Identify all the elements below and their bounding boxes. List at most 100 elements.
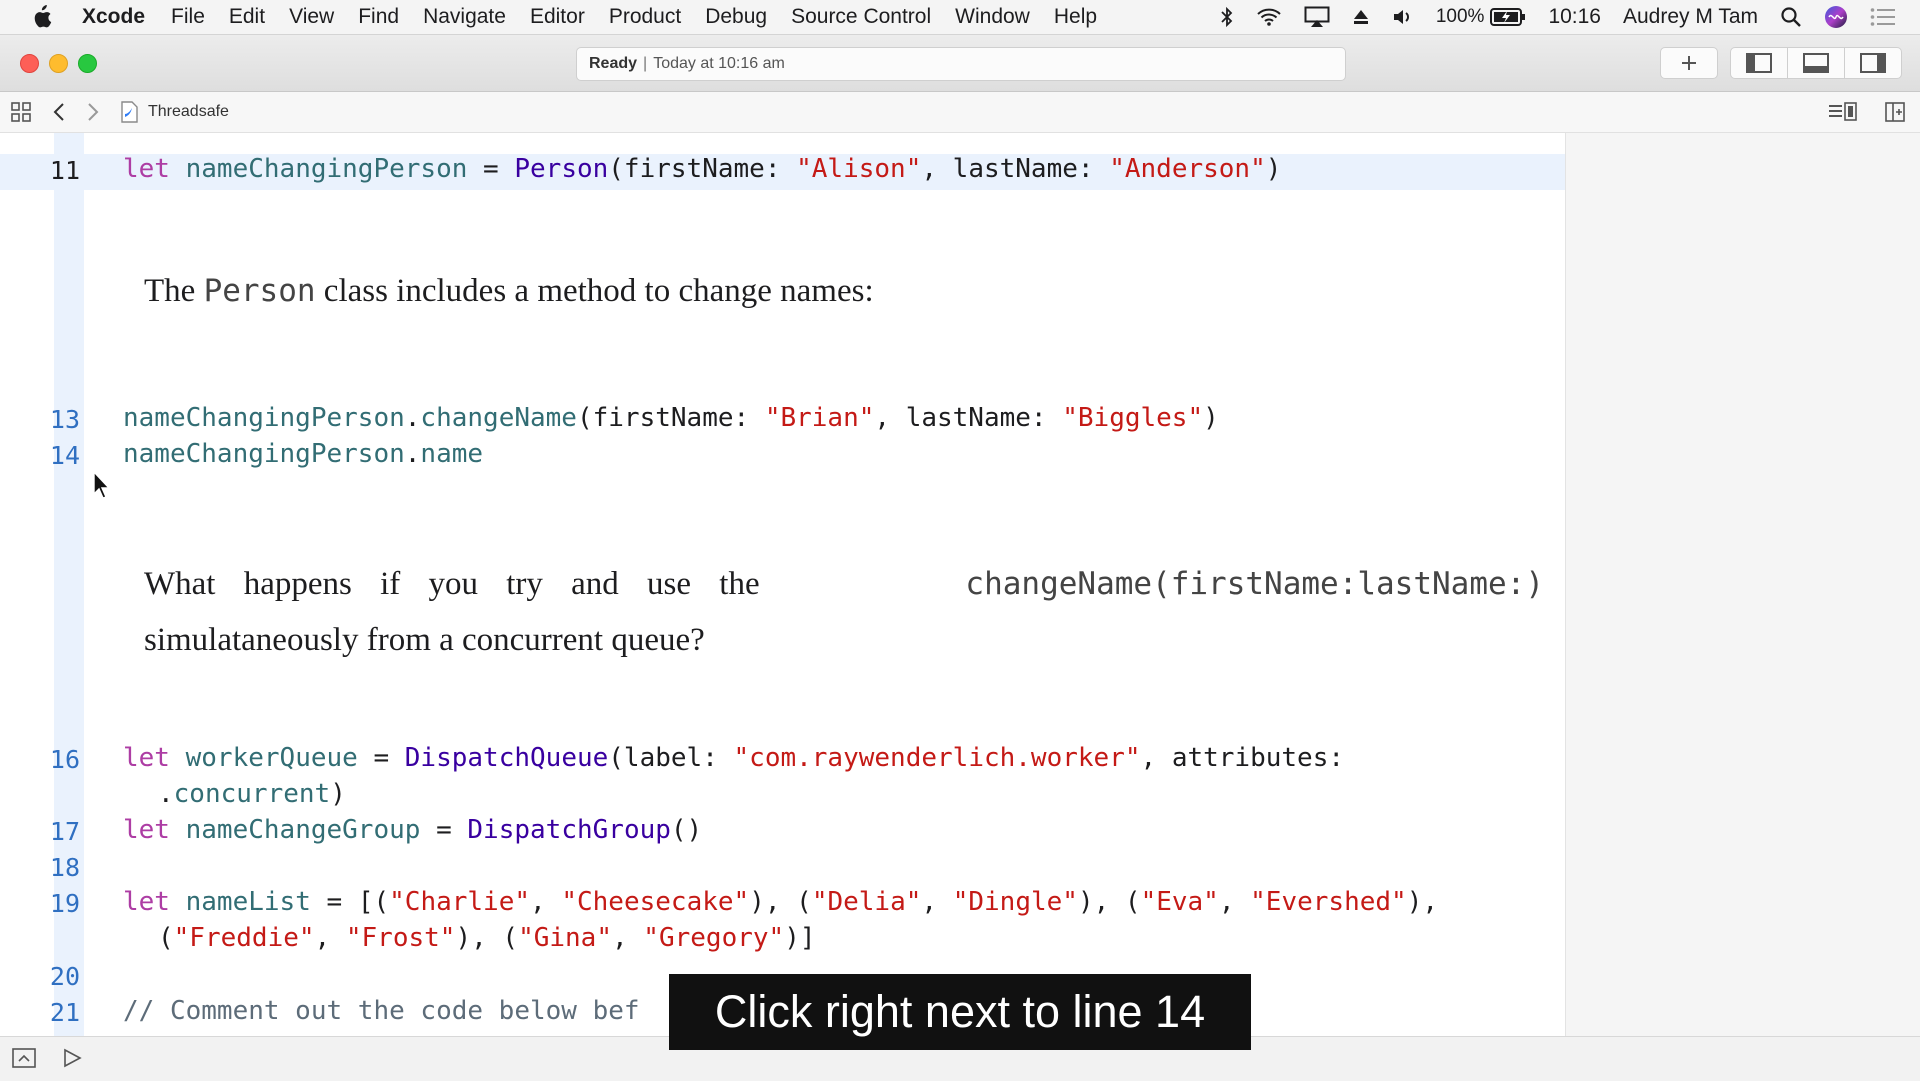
menu-window[interactable]: Window <box>955 5 1030 29</box>
string-literal: "Alison" <box>796 154 922 184</box>
siri-icon[interactable] <box>1824 5 1848 29</box>
activity-viewer: Ready | Today at 10:16 am <box>576 47 1346 81</box>
code-line-16[interactable]: let workerQueue = DispatchQueue(label: "… <box>123 743 1344 773</box>
line-number-14[interactable]: 14 <box>30 441 80 470</box>
identifier: nameChangeGroup <box>185 815 421 845</box>
breadcrumb-file-label: Threadsafe <box>148 103 229 120</box>
menu-file[interactable]: File <box>171 5 205 29</box>
user-name[interactable]: Audrey M Tam <box>1623 5 1758 29</box>
line-number-21[interactable]: 21 <box>30 998 80 1027</box>
code-line-13[interactable]: nameChangingPerson.changeName(firstName:… <box>123 403 1219 433</box>
menu-editor[interactable]: Editor <box>530 5 585 29</box>
wifi-icon[interactable] <box>1256 7 1282 27</box>
menu-help[interactable]: Help <box>1054 5 1097 29</box>
window-toolbar: Ready | Today at 10:16 am <box>0 35 1920 92</box>
back-chevron-icon[interactable] <box>52 102 66 122</box>
bottom-panel-icon <box>1803 53 1829 73</box>
volume-icon[interactable] <box>1392 7 1414 27</box>
code-line-21[interactable]: // Comment out the code below bef <box>123 996 640 1026</box>
line-number-13[interactable]: 13 <box>30 405 80 434</box>
punctuation: () <box>670 815 703 845</box>
run-playground-icon[interactable] <box>62 1048 82 1073</box>
menu-find[interactable]: Find <box>358 5 399 29</box>
prose-text: The <box>144 273 204 309</box>
operator: = <box>357 743 405 773</box>
string-literal: "Dingle" <box>952 887 1078 917</box>
close-window-button[interactable] <box>20 54 39 73</box>
menu-edit[interactable]: Edit <box>229 5 265 29</box>
enum-case: concurrent <box>173 779 331 809</box>
string-literal: "Freddie" <box>173 923 315 953</box>
status-timestamp: Today at 10:16 am <box>653 55 785 72</box>
build-status: Ready <box>589 55 638 72</box>
menu-debug[interactable]: Debug <box>705 5 767 29</box>
zoom-window-button[interactable] <box>78 54 97 73</box>
line-number-18[interactable]: 18 <box>30 853 80 882</box>
string-literal: "Frost" <box>345 923 456 953</box>
airplay-icon[interactable] <box>1304 6 1330 28</box>
markup-paragraph-1: The Person class includes a method to ch… <box>144 273 874 310</box>
string-literal: "Brian" <box>764 403 875 433</box>
library-add-button[interactable] <box>1660 47 1718 79</box>
inline-code: Person <box>203 273 316 309</box>
identifier: nameList <box>185 887 311 917</box>
tutorial-caption: Click right next to line 14 <box>669 974 1251 1050</box>
property-name: name <box>420 439 484 469</box>
breadcrumb-file[interactable]: Threadsafe <box>120 101 229 123</box>
eject-icon[interactable] <box>1352 8 1370 26</box>
related-items-grid-icon[interactable] <box>10 101 32 123</box>
toggle-inspector-button[interactable] <box>1844 47 1902 79</box>
spotlight-search-icon[interactable] <box>1780 6 1802 28</box>
code-line-19-continuation[interactable]: ("Freddie", "Frost"), ("Gina", "Gregory"… <box>158 923 816 953</box>
keyword-let: let <box>123 154 170 184</box>
code-line-17[interactable]: let nameChangeGroup = DispatchGroup() <box>123 815 702 845</box>
menu-product[interactable]: Product <box>609 5 681 29</box>
forward-chevron-icon[interactable] <box>86 102 100 122</box>
menu-app-name[interactable]: Xcode <box>82 5 145 29</box>
punctuation: ) <box>1265 154 1282 184</box>
markup-paragraph-2: What happens if you try and use the chan… <box>144 556 1544 668</box>
line-number-16[interactable]: 16 <box>30 745 80 774</box>
code-line-19[interactable]: let nameList = [("Charlie", "Cheesecake"… <box>123 887 1438 917</box>
keyword-let: let <box>123 743 170 773</box>
punctuation: ) <box>1203 403 1219 433</box>
string-literal: "Anderson" <box>1109 154 1266 184</box>
editor-options-icon[interactable] <box>1828 101 1858 123</box>
keyword-let: let <box>123 887 170 917</box>
toggle-debug-area-button[interactable] <box>1787 47 1845 79</box>
code-line-16-continuation[interactable]: .concurrent) <box>158 779 346 809</box>
bluetooth-icon[interactable] <box>1220 6 1234 28</box>
notification-center-icon[interactable] <box>1870 7 1896 27</box>
toggle-navigator-button[interactable] <box>1730 47 1788 79</box>
type-name: DispatchGroup <box>467 815 671 845</box>
type-name: DispatchQueue <box>404 743 609 773</box>
code-line-14[interactable]: nameChangingPerson.name <box>123 439 483 469</box>
minimize-window-button[interactable] <box>49 54 68 73</box>
string-literal: "Eva" <box>1140 887 1219 917</box>
jump-bar: Threadsafe <box>0 92 1920 133</box>
line-number-20[interactable]: 20 <box>30 962 80 991</box>
code-line-11[interactable]: let nameChangingPerson = Person(firstNam… <box>123 154 1281 184</box>
show-debug-area-icon[interactable] <box>12 1048 36 1073</box>
battery-icon[interactable] <box>1490 8 1526 26</box>
menu-extras: 100% 10:16 Audrey M Tam <box>1220 0 1920 34</box>
line-number-17[interactable]: 17 <box>30 817 80 846</box>
apple-menu-icon[interactable] <box>30 5 60 29</box>
prose-text: simulataneously from a concurrent queue? <box>144 622 705 658</box>
line-number-11[interactable]: 11 <box>30 156 80 185</box>
menu-source-control[interactable]: Source Control <box>791 5 931 29</box>
identifier: nameChangingPerson <box>123 439 405 469</box>
string-literal: "Evershed" <box>1250 887 1407 917</box>
battery-percent: 100% <box>1435 6 1485 27</box>
prose-line: What happens if you try and use the chan… <box>144 556 1544 612</box>
right-panel-icon <box>1860 53 1886 73</box>
menu-navigate[interactable]: Navigate <box>423 5 506 29</box>
identifier: workerQueue <box>185 743 358 773</box>
menu-view[interactable]: View <box>289 5 334 29</box>
clock-time[interactable]: 10:16 <box>1548 5 1601 29</box>
source-editor[interactable]: 11 13 14 16 17 18 19 20 21 let nameChang… <box>0 133 1565 1036</box>
punctuation: . <box>404 403 421 433</box>
results-sidebar <box>1565 133 1920 1036</box>
line-number-19[interactable]: 19 <box>30 889 80 918</box>
add-editor-icon[interactable] <box>1884 101 1906 123</box>
